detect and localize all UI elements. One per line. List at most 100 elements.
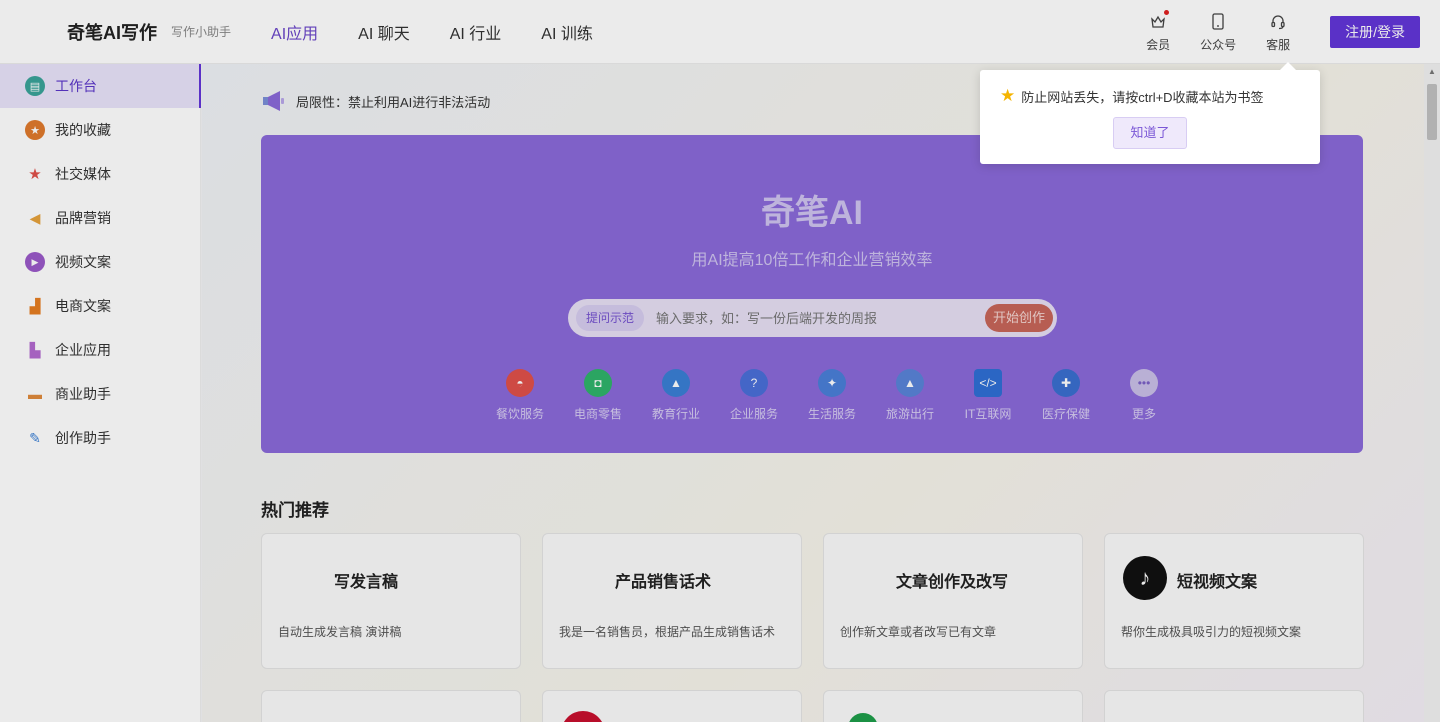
pen-icon: ✎: [29, 429, 41, 446]
nav-ai-training[interactable]: AI 训练: [541, 20, 593, 44]
customer-service-label: 客服: [1266, 37, 1291, 52]
start-create-button[interactable]: 开始创作: [984, 304, 1053, 332]
category-label: 餐饮服务: [495, 407, 544, 421]
card-desc: 创作新文章或者改写已有文章: [840, 625, 997, 639]
category-travel[interactable]: ▲ 旅游出行: [871, 369, 949, 422]
nav-ai-chat[interactable]: AI 聊天: [358, 20, 410, 44]
mic-icon: ✦: [818, 369, 846, 397]
nav-ai-industry[interactable]: AI 行业: [450, 20, 502, 44]
hospital-icon: ✚: [1052, 369, 1080, 397]
sidebar-item-ecommerce-copy[interactable]: ▟ 电商文案: [0, 284, 200, 328]
hot-recommend-title: 热门推荐: [261, 501, 329, 520]
scroll-up-icon[interactable]: ▲: [1424, 64, 1440, 80]
bag-icon: ◘: [584, 369, 612, 397]
category-label: 医疗保健: [1041, 407, 1090, 421]
wechat-account-button[interactable]: 公众号: [1188, 12, 1248, 53]
prompt-input[interactable]: [656, 310, 985, 326]
card-placeholder[interactable]: [542, 690, 802, 722]
category-enterprise-service[interactable]: ? 企业服务: [715, 369, 793, 422]
hero-title: 奇笔AI: [761, 194, 863, 232]
megaphone-icon: [262, 90, 286, 112]
more-icon: •••: [1130, 369, 1158, 397]
briefcase-icon: ▬: [28, 386, 42, 402]
card-title: 文章创作及改写: [896, 574, 1009, 591]
sidebar-item-video-copy[interactable]: ▶ 视频文案: [0, 240, 200, 284]
search-box: 提问示范 开始创作: [568, 299, 1057, 337]
card-placeholder[interactable]: [1104, 690, 1364, 722]
sidebar-item-business-assistant[interactable]: ▬ 商业助手: [0, 372, 200, 416]
register-login-button[interactable]: 注册/登录: [1330, 16, 1420, 48]
category-catering[interactable]: ◓ 餐饮服务: [481, 369, 559, 422]
customer-service-button[interactable]: 客服: [1248, 12, 1308, 53]
category-label: 旅游出行: [885, 407, 934, 421]
category-label: 教育行业: [651, 407, 700, 421]
card-article-rewrite[interactable]: 文章创作及改写 创作新文章或者改写已有文章: [823, 533, 1083, 669]
card-placeholder[interactable]: [823, 690, 1083, 722]
dish-icon: ◓: [506, 369, 534, 397]
star-icon: ★: [1000, 86, 1016, 105]
member-button[interactable]: 会员: [1128, 9, 1188, 53]
wechat-account-label: 公众号: [1200, 37, 1237, 52]
sidebar-item-label: 视频文案: [55, 254, 111, 270]
got-it-button[interactable]: 知道了: [1113, 117, 1187, 149]
card-title: 短视频文案: [1177, 574, 1258, 591]
member-label: 会员: [1146, 37, 1171, 52]
sidebar-item-label: 企业应用: [55, 342, 111, 358]
page-scrollbar[interactable]: ▲: [1424, 64, 1440, 722]
headset-icon: [1268, 12, 1288, 32]
scroll-thumb[interactable]: [1427, 84, 1437, 140]
sidebar-item-writing-assistant[interactable]: ✎ 创作助手: [0, 416, 200, 460]
sidebar-item-label: 电商文案: [55, 298, 111, 314]
graduation-cap-icon: ▲: [662, 369, 690, 397]
question-icon: ?: [740, 369, 768, 397]
sidebar-item-workbench[interactable]: ▤ 工作台: [0, 64, 201, 108]
red-app-icon: [561, 711, 605, 722]
nav-ai-apps[interactable]: AI应用: [271, 20, 318, 44]
workbench-icon: ▤: [25, 76, 45, 96]
popup-message: 防止网站丢失，请按ctrl+D收藏本站为书签: [1021, 89, 1264, 105]
example-prompt-button[interactable]: 提问示范: [576, 305, 645, 331]
category-ecommerce[interactable]: ◘ 电商零售: [559, 369, 637, 422]
sidebar-item-favorites[interactable]: ★ 我的收藏: [0, 108, 200, 152]
sidebar-item-label: 工作台: [55, 78, 97, 94]
card-speech-draft[interactable]: 写发言稿 自动生成发言稿 演讲稿: [261, 533, 521, 669]
sidebar-item-label: 创作助手: [55, 430, 111, 446]
notice-bar: 局限性：禁止利用AI进行非法活动: [262, 90, 490, 112]
hot-recommend-grid: 写发言稿 自动生成发言稿 演讲稿 产品销售话术 我是一名销售员，根据产品生成销售…: [261, 533, 1364, 722]
sidebar-item-label: 社交媒体: [55, 166, 111, 182]
megaphone-icon: ◀: [29, 209, 41, 226]
card-sales-script[interactable]: 产品销售话术 我是一名销售员，根据产品生成销售话术: [542, 533, 802, 669]
industry-categories: ◓ 餐饮服务 ◘ 电商零售 ▲ 教育行业 ? 企业服务 ✦ 生活服务 ▲ 旅游出…: [481, 369, 1183, 422]
category-label: 更多: [1131, 407, 1156, 421]
site-logo[interactable]: 奇笔AI写作: [67, 19, 157, 45]
card-placeholder[interactable]: [261, 690, 521, 722]
main-nav: AI应用 AI 聊天 AI 行业 AI 训练: [271, 20, 633, 44]
card-desc: 我是一名销售员，根据产品生成销售话术: [559, 625, 776, 639]
card-desc: 自动生成发言稿 演讲稿: [278, 625, 402, 639]
mountain-icon: ▲: [896, 369, 924, 397]
header-actions: 会员 公众号 客服 注册/登录: [1128, 0, 1420, 64]
top-header: 奇笔AI写作 写作小助手 AI应用 AI 聊天 AI 行业 AI 训练 会员 公…: [0, 0, 1440, 64]
site-tagline: 写作小助手: [171, 25, 232, 39]
category-healthcare[interactable]: ✚ 医疗保健: [1027, 369, 1105, 422]
phone-icon: [1208, 12, 1228, 32]
category-education[interactable]: ▲ 教育行业: [637, 369, 715, 422]
crown-icon: [1148, 12, 1168, 32]
category-life-service[interactable]: ✦ 生活服务: [793, 369, 871, 422]
category-it-internet[interactable]: </> IT互联网: [949, 369, 1027, 422]
play-icon: ▶: [25, 252, 45, 272]
sidebar-item-label: 品牌营销: [55, 210, 111, 226]
sidebar: ▤ 工作台 ★ 我的收藏 ★ 社交媒体 ◀ 品牌营销 ▶ 视频文案 ▟ 电商文案…: [0, 64, 201, 722]
card-title: 写发言稿: [334, 574, 399, 591]
sidebar-item-brand-marketing[interactable]: ◀ 品牌营销: [0, 196, 200, 240]
sidebar-item-enterprise-apps[interactable]: ▙ 企业应用: [0, 328, 200, 372]
category-label: 生活服务: [807, 407, 856, 421]
sidebar-item-label: 我的收藏: [55, 122, 111, 138]
card-title: 产品销售话术: [615, 574, 712, 591]
card-short-video-copy[interactable]: ♪ 短视频文案 帮你生成极具吸引力的短视频文案: [1104, 533, 1364, 669]
notice-text: 局限性：禁止利用AI进行非法活动: [296, 94, 491, 110]
tiktok-icon: ♪: [1123, 556, 1167, 600]
sidebar-item-social-media[interactable]: ★ 社交媒体: [0, 152, 200, 196]
building-icon: ▙: [29, 341, 41, 358]
category-more[interactable]: ••• 更多: [1105, 369, 1183, 422]
